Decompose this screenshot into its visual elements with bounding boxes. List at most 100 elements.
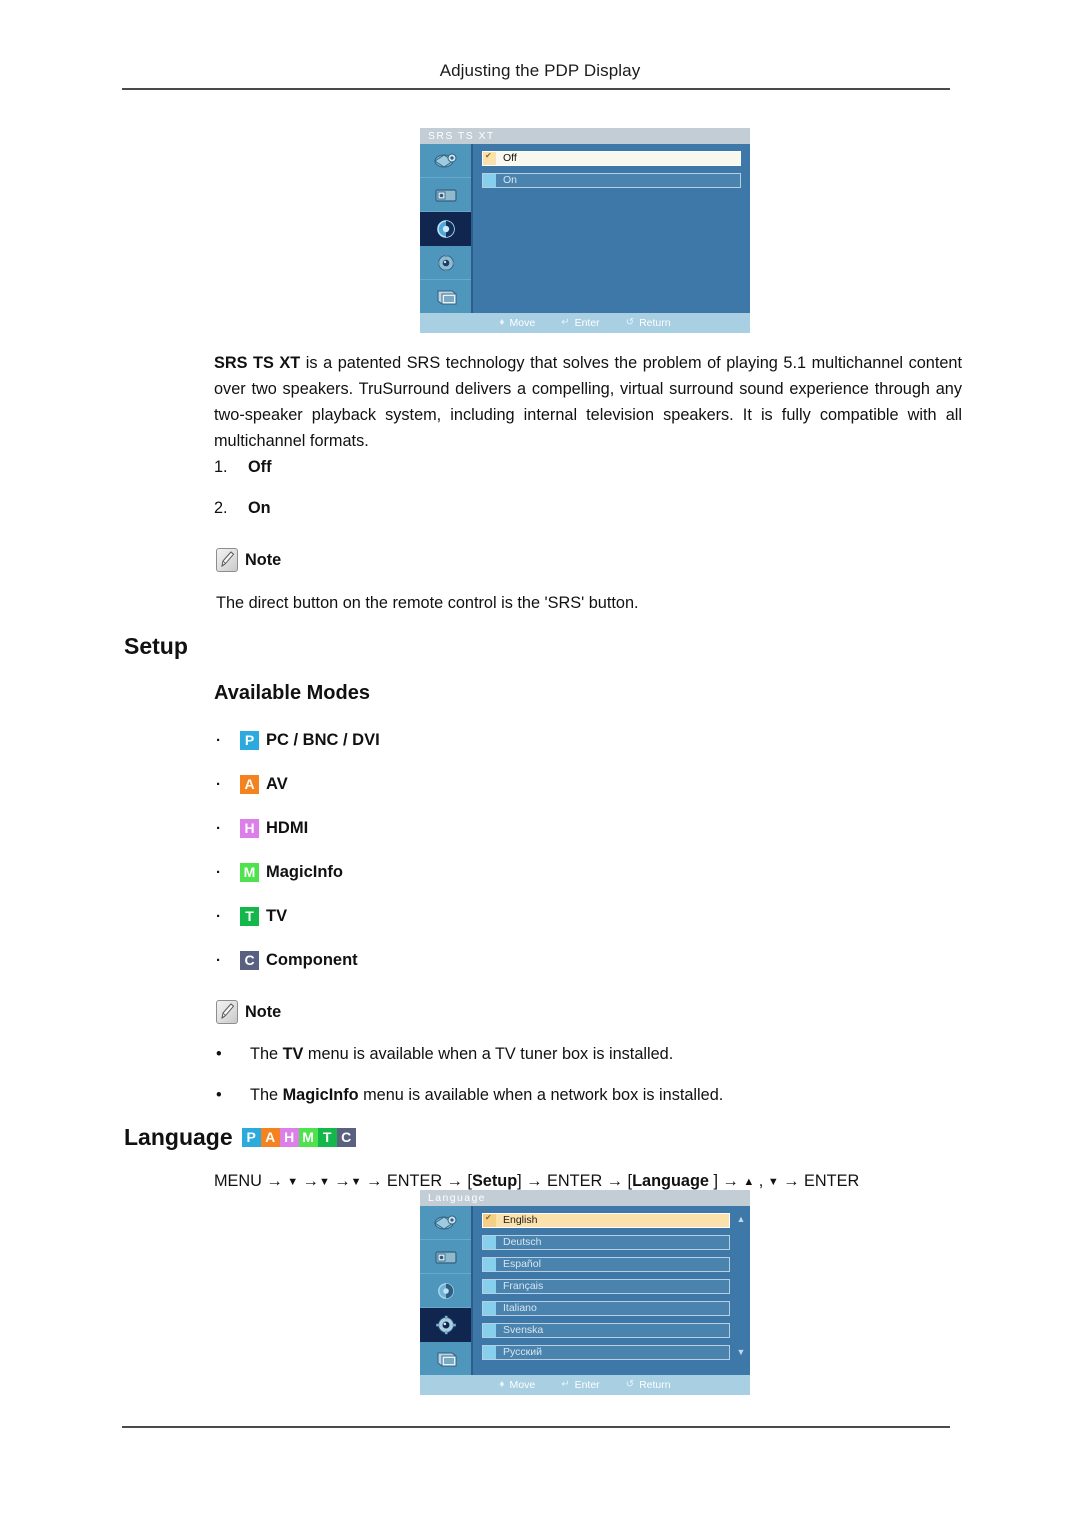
sidebar-item-multi-control[interactable] [420,1342,471,1375]
note-block-modes: Note [216,1000,281,1024]
language-option-espanol[interactable]: Español [482,1257,730,1272]
sidebar-item-setup[interactable] [420,246,471,280]
sidebar-item-sound[interactable] [420,1274,471,1308]
osd-sidebar [420,1206,473,1375]
osd-option-list: Off On [473,144,750,313]
note-block-srs: Note The direct button on the remote con… [216,548,639,613]
footer-move: ♦ Move [499,317,535,329]
list-item: 1. Off [214,458,272,477]
language-label: Svenska [503,1324,544,1336]
language-option-italiano[interactable]: Italiano [482,1301,730,1316]
available-modes-list: · P PC / BNC / DVI · A AV · H HDMI · M M… [214,718,380,982]
sidebar-item-picture[interactable] [420,144,471,178]
indicator-swatch [483,1346,496,1359]
scroll-down-arrow-icon[interactable]: ▼ [735,1348,747,1357]
note-pencil-icon [216,1000,238,1024]
osd-option-off[interactable]: Off [482,151,741,166]
osd-option-label: On [503,174,518,186]
footer-label: Return [639,317,671,329]
language-option-english[interactable]: English [482,1213,730,1228]
sidebar-item-sound[interactable] [420,212,471,246]
bullet-post: menu is available when a TV tuner box is… [303,1045,674,1063]
section-heading-setup: Setup [124,633,188,659]
enter-icon: ↵ [561,1379,570,1390]
list-number: 2. [214,499,228,517]
subsection-heading-available-modes: Available Modes [214,682,370,704]
image-size-icon [431,184,461,206]
mode-label: AV [266,774,288,793]
osd-language-list: English Deutsch Español Français Italian… [473,1206,750,1375]
move-icon: ♦ [499,1379,505,1390]
language-label: Français [503,1280,544,1292]
note-label: Note [245,550,282,569]
image-size-icon [431,1246,461,1268]
mode-item-hdmi: · H HDMI [214,806,380,850]
language-option-francais[interactable]: Français [482,1279,730,1294]
mode-badge-a: A [240,774,259,794]
osd-option-label: Off [503,152,517,164]
menu-navigation-path: MENU → ▼ →▼ →▼ → ENTER → [Setup] → ENTER… [214,1172,974,1191]
scroll-up-arrow-icon[interactable]: ▲ [735,1215,747,1224]
setup-gear-icon [431,252,461,274]
srs-lead-term: SRS TS XT [214,354,301,372]
note-header: Note [216,548,639,572]
mode-badge-t: T [240,906,259,926]
mode-badge-m: M [298,1128,318,1147]
mode-badge-a: A [260,1128,280,1147]
language-label: Deutsch [503,1236,542,1248]
language-option-svenska[interactable]: Svenska [482,1323,730,1338]
bullet: · [216,907,221,925]
sound-icon [431,1280,461,1302]
mode-label: MagicInfo [266,862,343,881]
language-heading-text: Language [124,1124,233,1150]
osd-body: Off On [420,144,750,313]
indicator-swatch [483,1324,496,1337]
osd-srs-ts-xt: SRS TS XT ✔ Off On ♦ Move ↵ Enter ↺ Retu… [420,128,750,333]
bullet-post: menu is available when a network box is … [358,1086,724,1104]
osd-footer: ♦ Move ↵ Enter ↺ Return [420,1375,750,1395]
sound-icon [431,218,461,240]
indicator-swatch [483,1280,496,1293]
language-label: Italiano [503,1302,537,1314]
sidebar-item-image-size[interactable] [420,1240,471,1274]
bullet: · [216,731,221,749]
bullet: · [216,775,221,793]
setup-gear-icon [431,1314,461,1336]
osd-scrollbar[interactable]: ▲ ▼ [735,1213,747,1375]
mode-badge-c: C [336,1128,356,1147]
mode-label: Component [266,950,358,969]
mode-badge-m: M [240,862,259,882]
note-label: Note [245,1002,282,1021]
language-mode-badges: P A H M T C [241,1128,356,1147]
bullet: · [216,863,221,881]
move-icon: ♦ [499,317,505,328]
sidebar-item-multi-control[interactable] [420,280,471,313]
list-label: On [248,499,271,517]
mode-item-component: · C Component [214,938,380,982]
menu-path-text: MENU → ▼ →▼ →▼ → ENTER → [Setup] → ENTER… [214,1172,860,1190]
language-option-deutsch[interactable]: Deutsch [482,1235,730,1250]
list-number: 1. [214,458,228,476]
note-text: The direct button on the remote control … [216,594,639,612]
osd-title: SRS TS XT [420,128,750,144]
footer-enter: ↵ Enter [561,1379,600,1391]
footer-label: Return [639,1379,671,1391]
return-icon: ↺ [625,317,635,328]
multi-control-icon [431,1348,461,1370]
osd-option-on[interactable]: On [482,173,741,188]
mode-item-pc-bnc-dvi: · P PC / BNC / DVI [214,718,380,762]
mode-badge-t: T [317,1128,337,1147]
footer-label: Move [509,317,536,329]
sidebar-item-image-size[interactable] [420,178,471,212]
check-swatch [483,1213,496,1227]
sidebar-item-picture[interactable] [420,1206,471,1240]
note-header: Note [216,1000,281,1024]
indicator-swatch [483,174,496,187]
sidebar-item-setup[interactable] [420,1308,471,1342]
indicator-swatch [483,1258,496,1271]
list-item: 2. On [214,499,272,518]
picture-icon [431,150,461,172]
language-option-russian[interactable]: Русский [482,1345,730,1360]
header-divider [122,88,950,90]
language-label: English [503,1214,538,1226]
